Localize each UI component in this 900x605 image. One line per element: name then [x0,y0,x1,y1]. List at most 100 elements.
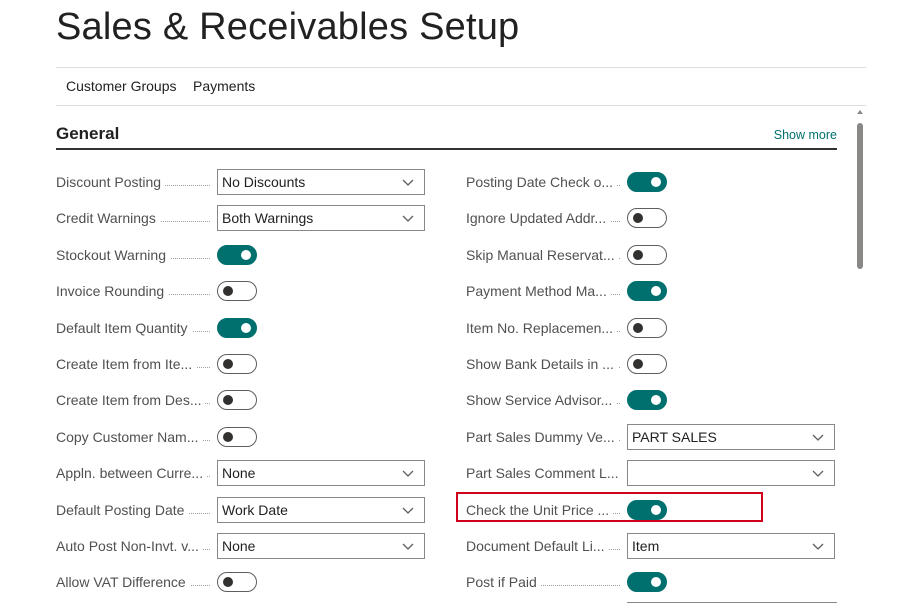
scrollbar-thumb[interactable] [857,123,863,269]
field-label[interactable]: Show Service Advisor... [466,386,626,414]
field-label[interactable]: Posting Date Check o... [466,168,626,196]
chevron-down-icon [402,215,414,222]
show-bank-details-in-toggle[interactable] [627,354,667,374]
field-label-text: Create Item from Des... [56,392,206,408]
toggle-knob [241,323,251,333]
toggle-knob [241,250,251,260]
field-label[interactable]: Payment Method Ma... [466,277,626,305]
field-show-bank-details-in: Show Bank Details in ... [466,350,667,378]
chevron-down-icon [812,470,824,477]
ignore-updated-addr-toggle[interactable] [627,208,667,228]
appln-between-curre-select[interactable]: None [217,460,425,486]
create-item-from-des-toggle[interactable] [217,390,257,410]
default-item-quantity-toggle[interactable] [217,318,257,338]
field-label-text: Default Item Quantity [56,320,192,336]
post-if-paid-toggle[interactable] [627,572,667,592]
select-value: No Discounts [222,174,306,190]
field-label-text: Appln. between Curre... [56,465,208,481]
field-label[interactable]: Item No. Replacemen... [466,314,626,342]
field-document-default-li: Document Default Li... Item [466,532,835,560]
field-label[interactable]: Ignore Updated Addr... [466,204,626,232]
field-create-item-from-des: Create Item from Des... [56,386,257,414]
select-value: PART SALES [632,429,717,445]
field-label-text: Show Service Advisor... [466,392,617,408]
toggle-knob [223,577,233,587]
create-item-from-ite-toggle[interactable] [217,354,257,374]
toggle-knob [651,286,661,296]
allow-vat-difference-toggle[interactable] [217,572,257,592]
field-ignore-updated-addr: Ignore Updated Addr... [466,204,667,232]
field-label[interactable]: Part Sales Dummy Ve... [466,423,626,451]
field-label[interactable]: Appln. between Curre... [56,459,216,487]
field-label-text: Default Posting Date [56,502,189,518]
field-invoice-rounding: Invoice Rounding [56,277,257,305]
field-label[interactable]: Part Sales Comment L... [466,459,626,487]
skip-manual-reservat-toggle[interactable] [627,245,667,265]
credit-warnings-select[interactable]: Both Warnings [217,205,425,231]
payments-action[interactable]: Payments [193,78,255,94]
field-label[interactable]: Allow VAT Difference [56,568,216,596]
field-show-service-advisor: Show Service Advisor... [466,386,667,414]
auto-post-non-invt-v-select[interactable]: None [217,533,425,559]
customer-groups-action[interactable]: Customer Groups [66,78,176,94]
field-label[interactable]: Show Bank Details in ... [466,350,626,378]
toggle-knob [651,577,661,587]
discount-posting-select[interactable]: No Discounts [217,169,425,195]
chevron-down-icon [812,543,824,550]
field-label-text: Posting Date Check o... [466,174,618,190]
toggle-knob [651,177,661,187]
toggle-knob [223,359,233,369]
field-auto-post-non-invt-v: Auto Post Non-Invt. v... None [56,532,425,560]
field-label[interactable]: Skip Manual Reservat... [466,241,626,269]
copy-customer-nam-toggle[interactable] [217,427,257,447]
page-content: General Show more Discount Posting No Dis… [0,105,900,605]
toggle-knob [633,323,643,333]
field-label[interactable]: Default Posting Date [56,496,216,524]
page-title: Sales & Receivables Setup [56,6,520,48]
field-label[interactable]: Discount Posting [56,168,216,196]
field-default-item-quantity: Default Item Quantity [56,314,257,342]
show-service-advisor-toggle[interactable] [627,390,667,410]
posting-date-check-o-toggle[interactable] [627,172,667,192]
field-label[interactable]: Post if Paid [466,568,626,596]
field-label-text: Check the Unit Price ... [466,502,614,518]
field-label[interactable]: Invoice Rounding [56,277,216,305]
part-sales-dummy-ve-select[interactable]: PART SALES [627,424,835,450]
stockout-warning-toggle[interactable] [217,245,257,265]
show-more-link[interactable]: Show more [774,128,837,142]
section-title-general[interactable]: General [56,124,119,144]
field-label[interactable]: Auto Post Non-Invt. v... [56,532,216,560]
field-label-text: Item No. Replacemen... [466,320,618,336]
field-label[interactable]: Default Item Quantity [56,314,216,342]
field-item-no-replacemen: Item No. Replacemen... [466,314,667,342]
field-create-item-from-ite: Create Item from Ite... [56,350,257,378]
item-no-replacemen-toggle[interactable] [627,318,667,338]
field-label-text: Show Bank Details in ... [466,356,618,372]
select-value: Item [632,538,660,554]
toggle-knob [633,359,643,369]
field-label[interactable]: Create Item from Des... [56,386,216,414]
field-label[interactable]: Copy Customer Nam... [56,423,216,451]
field-label[interactable]: Document Default Li... [466,532,626,560]
field-label-text: Allow VAT Difference [56,574,190,590]
field-posting-date-check-o: Posting Date Check o... [466,168,667,196]
payment-method-ma-toggle[interactable] [627,281,667,301]
part-sales-comment-l-select[interactable] [627,460,835,486]
field-label-text: Payment Method Ma... [466,283,611,299]
field-copy-customer-nam: Copy Customer Nam... [56,423,257,451]
default-posting-date-select[interactable]: Work Date [217,497,425,523]
toggle-knob [223,395,233,405]
field-appln-between-curre: Appln. between Curre... None [56,459,425,487]
scroll-up-arrow-icon[interactable] [856,108,864,116]
toggle-knob [651,395,661,405]
field-label[interactable]: Create Item from Ite... [56,350,216,378]
field-label-text: Part Sales Dummy Ve... [466,429,619,445]
select-value: None [222,538,256,554]
chevron-down-icon [402,507,414,514]
field-label[interactable]: Stockout Warning [56,241,216,269]
field-label-text: Document Default Li... [466,538,609,554]
invoice-rounding-toggle[interactable] [217,281,257,301]
field-label-text: Post if Paid [466,574,541,590]
document-default-li-select[interactable]: Item [627,533,835,559]
field-label[interactable]: Credit Warnings [56,204,216,232]
